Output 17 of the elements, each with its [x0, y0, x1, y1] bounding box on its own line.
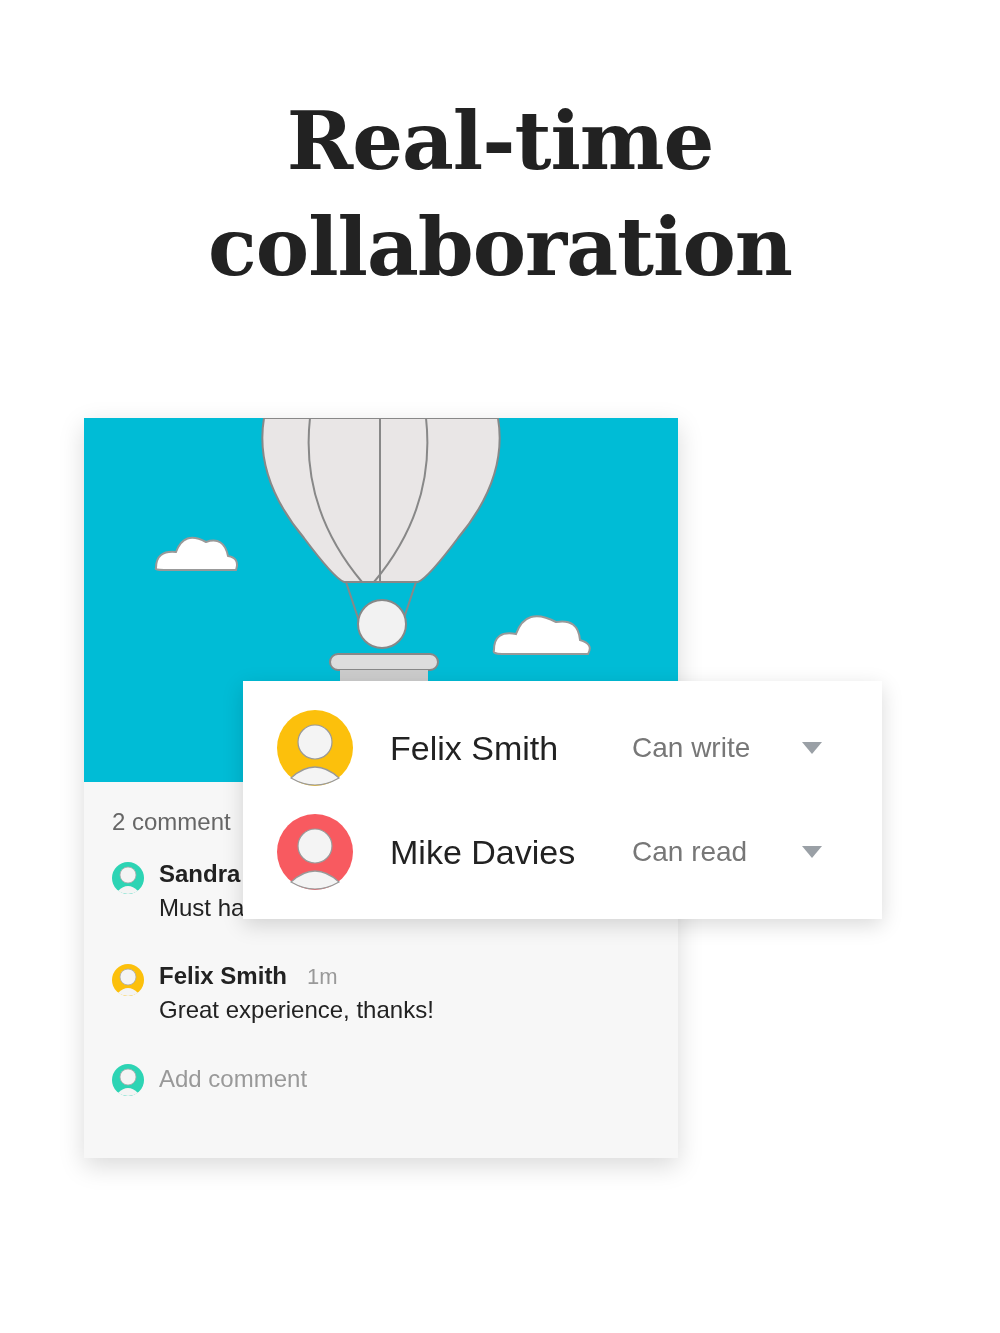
avatar: [112, 964, 144, 996]
comment-count: 2 comment: [112, 808, 232, 837]
permission-dropdown[interactable]: Can write: [632, 732, 822, 764]
headline: Real-time collaboration: [207, 93, 793, 296]
comment-text: Must ha: [159, 894, 245, 922]
caret-icon: [802, 846, 822, 858]
avatar: [112, 1064, 144, 1096]
permission-dropdown[interactable]: Can read: [632, 836, 822, 868]
comment-text: Great experience, thanks!: [159, 996, 434, 1024]
comment-author: Felix Smith: [159, 962, 288, 990]
comment-field[interactable]: Add comment: [159, 1065, 459, 1093]
person-name: Felix Smith: [390, 728, 560, 768]
person-name: Mike Davies: [390, 832, 577, 872]
avatar: [112, 862, 144, 894]
caret-icon: [802, 742, 822, 754]
comment-author: Sandra: [159, 860, 241, 888]
comment-time: 1m: [307, 964, 338, 990]
